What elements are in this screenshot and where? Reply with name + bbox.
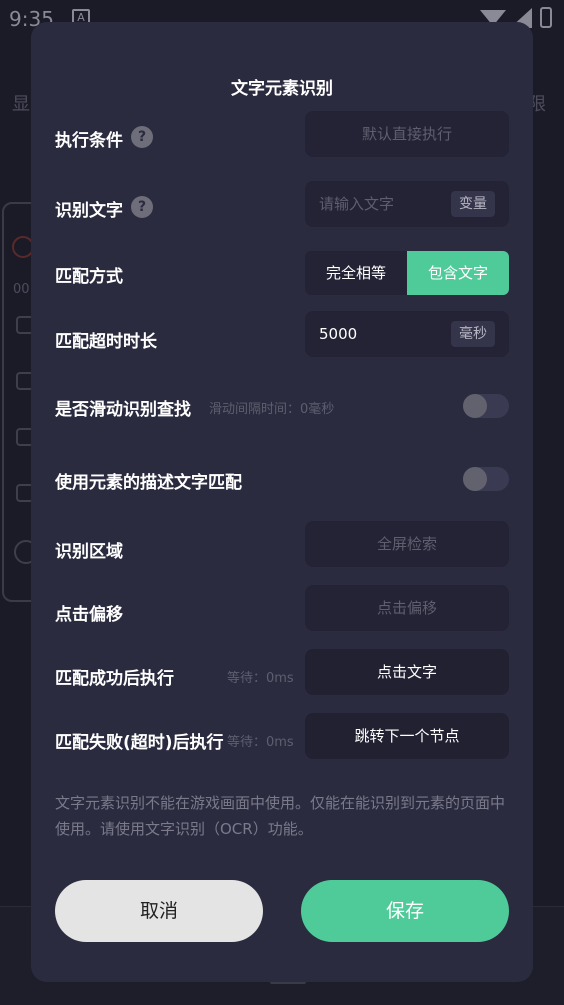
recognize-text-input[interactable]: 请输入文字 变量 bbox=[305, 181, 509, 227]
timeout-label: 匹配超时时长 bbox=[55, 332, 157, 352]
battery-icon bbox=[540, 7, 552, 28]
text-element-recognition-dialog: 文字元素识别 执行条件 ? 默认直接执行 识别文字 ? 请输入文字 变量 匹配方… bbox=[31, 22, 533, 982]
on-fail-wait: 等待：0ms bbox=[227, 735, 294, 750]
condition-field[interactable]: 默认直接执行 bbox=[305, 111, 509, 157]
recognize-text-label: 识别文字 bbox=[55, 201, 123, 221]
toggle-knob bbox=[463, 467, 487, 491]
save-button[interactable]: 保存 bbox=[301, 880, 509, 942]
timeout-value: 5000 bbox=[319, 325, 358, 343]
on-success-label: 匹配成功后执行 bbox=[55, 669, 174, 689]
cancel-button[interactable]: 取消 bbox=[55, 880, 263, 942]
scroll-search-label: 是否滑动识别查找 bbox=[55, 400, 191, 420]
match-mode-label: 匹配方式 bbox=[55, 267, 123, 287]
description-match-toggle[interactable] bbox=[463, 467, 509, 491]
background-text-left: 显 bbox=[12, 94, 30, 115]
help-icon[interactable]: ? bbox=[131, 196, 153, 218]
scroll-interval-hint: 滑动间隔时间：0毫秒 bbox=[209, 402, 335, 417]
toggle-knob bbox=[463, 394, 487, 418]
click-offset-label: 点击偏移 bbox=[55, 605, 123, 625]
region-label: 识别区域 bbox=[55, 542, 123, 562]
timeout-input[interactable]: 5000 毫秒 bbox=[305, 311, 509, 357]
on-success-wait: 等待：0ms bbox=[227, 671, 294, 686]
condition-label: 执行条件 bbox=[55, 131, 123, 151]
on-fail-action[interactable]: 跳转下一个节点 bbox=[305, 713, 509, 759]
usage-note: 文字元素识别不能在游戏画面中使用。仅能在能识别到元素的页面中使用。请使用文字识别… bbox=[55, 794, 506, 838]
scroll-search-toggle[interactable] bbox=[463, 394, 509, 418]
match-contains-option[interactable]: 包含文字 bbox=[407, 251, 509, 295]
variable-button[interactable]: 变量 bbox=[451, 191, 495, 217]
dialog-title: 文字元素识别 bbox=[231, 79, 333, 99]
on-fail-label: 匹配失败(超时)后执行 bbox=[55, 733, 224, 753]
match-exact-option[interactable]: 完全相等 bbox=[305, 251, 407, 295]
recognize-text-placeholder: 请输入文字 bbox=[319, 195, 395, 213]
timeout-unit: 毫秒 bbox=[451, 321, 495, 347]
match-mode-segmented: 完全相等 包含文字 bbox=[305, 251, 509, 295]
help-icon[interactable]: ? bbox=[131, 126, 153, 148]
on-success-action[interactable]: 点击文字 bbox=[305, 649, 509, 695]
description-match-label: 使用元素的描述文字匹配 bbox=[55, 473, 242, 493]
region-field[interactable]: 全屏检索 bbox=[305, 521, 509, 567]
click-offset-field[interactable]: 点击偏移 bbox=[305, 585, 509, 631]
